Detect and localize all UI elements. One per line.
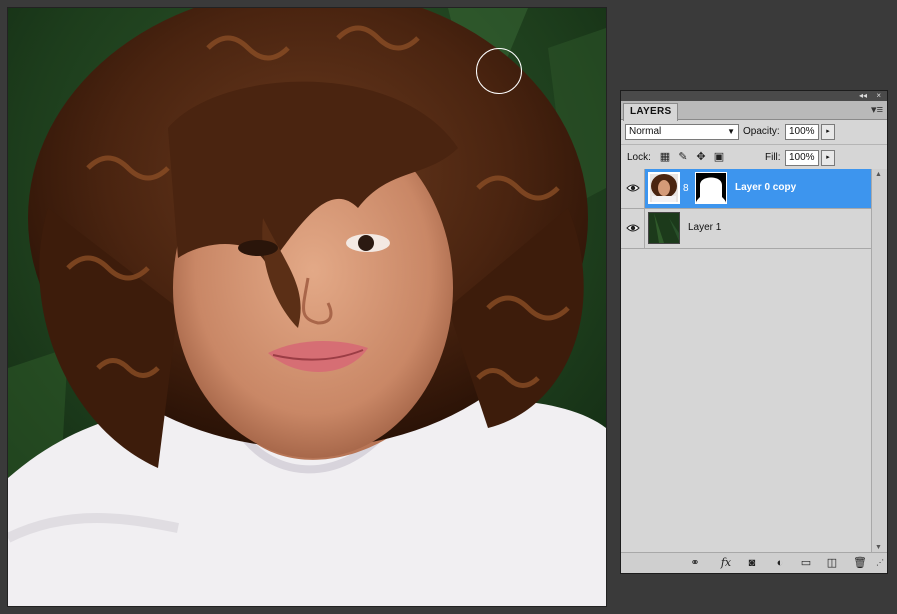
layers-panel: ◂◂ × LAYERS ▾≡ Normal ▼ Opacity: 100% ▸ … [620,90,888,574]
scroll-up-icon[interactable]: ▲ [875,171,882,178]
panel-tab-row: LAYERS ▾≡ [621,101,887,121]
layer-style-fx-icon[interactable]: fx [717,556,735,570]
new-group-icon[interactable]: ▭ [799,556,813,570]
layer-list-scrollbar[interactable]: ▲ ▼ [871,169,887,553]
delete-layer-icon[interactable]: 🗑 [853,556,867,570]
panel-title-bar[interactable]: ◂◂ × [621,91,887,101]
opacity-slider-button[interactable]: ▸ [821,124,835,140]
opacity-label: Opacity: [743,126,780,137]
mask-link-chain-icon[interactable]: 8 [683,183,689,194]
layer-list: 8 Layer 0 copy Layer 1 [621,169,873,553]
layers-bottom-toolbar: ⚭ fx ◙ ◐ ▭ ◫ 🗑 ⋰ [621,552,887,573]
visibility-toggle[interactable] [621,169,645,208]
chevron-down-icon: ▼ [727,127,735,136]
layer-row-layer-0-copy[interactable]: 8 Layer 0 copy [621,169,873,209]
blend-mode-select[interactable]: Normal ▼ [625,124,739,140]
document-canvas[interactable] [8,8,606,606]
collapse-panel-icon[interactable]: ◂◂ [859,91,867,101]
lock-transparent-pixels-icon[interactable]: ▦ [659,151,671,163]
visibility-toggle[interactable] [621,209,645,248]
lock-position-icon[interactable]: ✥ [695,151,707,163]
layer-row-layer-1[interactable]: Layer 1 [621,209,873,249]
layer-thumbnail[interactable] [648,172,680,204]
layer-name[interactable]: Layer 0 copy [735,181,796,195]
blend-mode-value: Normal [629,126,662,137]
scroll-down-icon[interactable]: ▼ [875,544,882,551]
link-layers-icon[interactable]: ⚭ [687,556,703,570]
new-layer-icon[interactable]: ◫ [825,556,839,570]
panel-menu-icon[interactable]: ▾≡ [871,103,883,117]
eye-icon [626,184,640,192]
photo-girl-curly-hair [8,8,606,606]
layer-name[interactable]: Layer 1 [688,221,721,235]
fill-slider-button[interactable]: ▸ [821,150,835,166]
layer-mask-thumbnail[interactable] [695,172,727,204]
fill-label: Fill: [765,152,781,163]
opacity-input[interactable]: 100% [785,124,819,140]
layer-thumbnail[interactable] [648,212,680,244]
lock-label: Lock: [627,152,651,163]
lock-all-icon[interactable]: ▣ [713,151,725,163]
lock-fill-row: Lock: ▦ ✎ ✥ ▣ Fill: 100% ▸ [621,145,887,172]
tab-layers[interactable]: LAYERS [623,103,679,121]
blend-opacity-row: Normal ▼ Opacity: 100% ▸ [621,120,887,145]
eye-icon [626,224,640,232]
adjustment-layer-icon[interactable]: ◐ [773,556,787,570]
resize-grip-icon[interactable]: ⋰ [875,556,885,570]
fill-input[interactable]: 100% [785,150,819,166]
lock-image-pixels-icon[interactable]: ✎ [677,151,689,163]
close-panel-icon[interactable]: × [876,91,881,101]
add-mask-icon[interactable]: ◙ [745,556,759,570]
